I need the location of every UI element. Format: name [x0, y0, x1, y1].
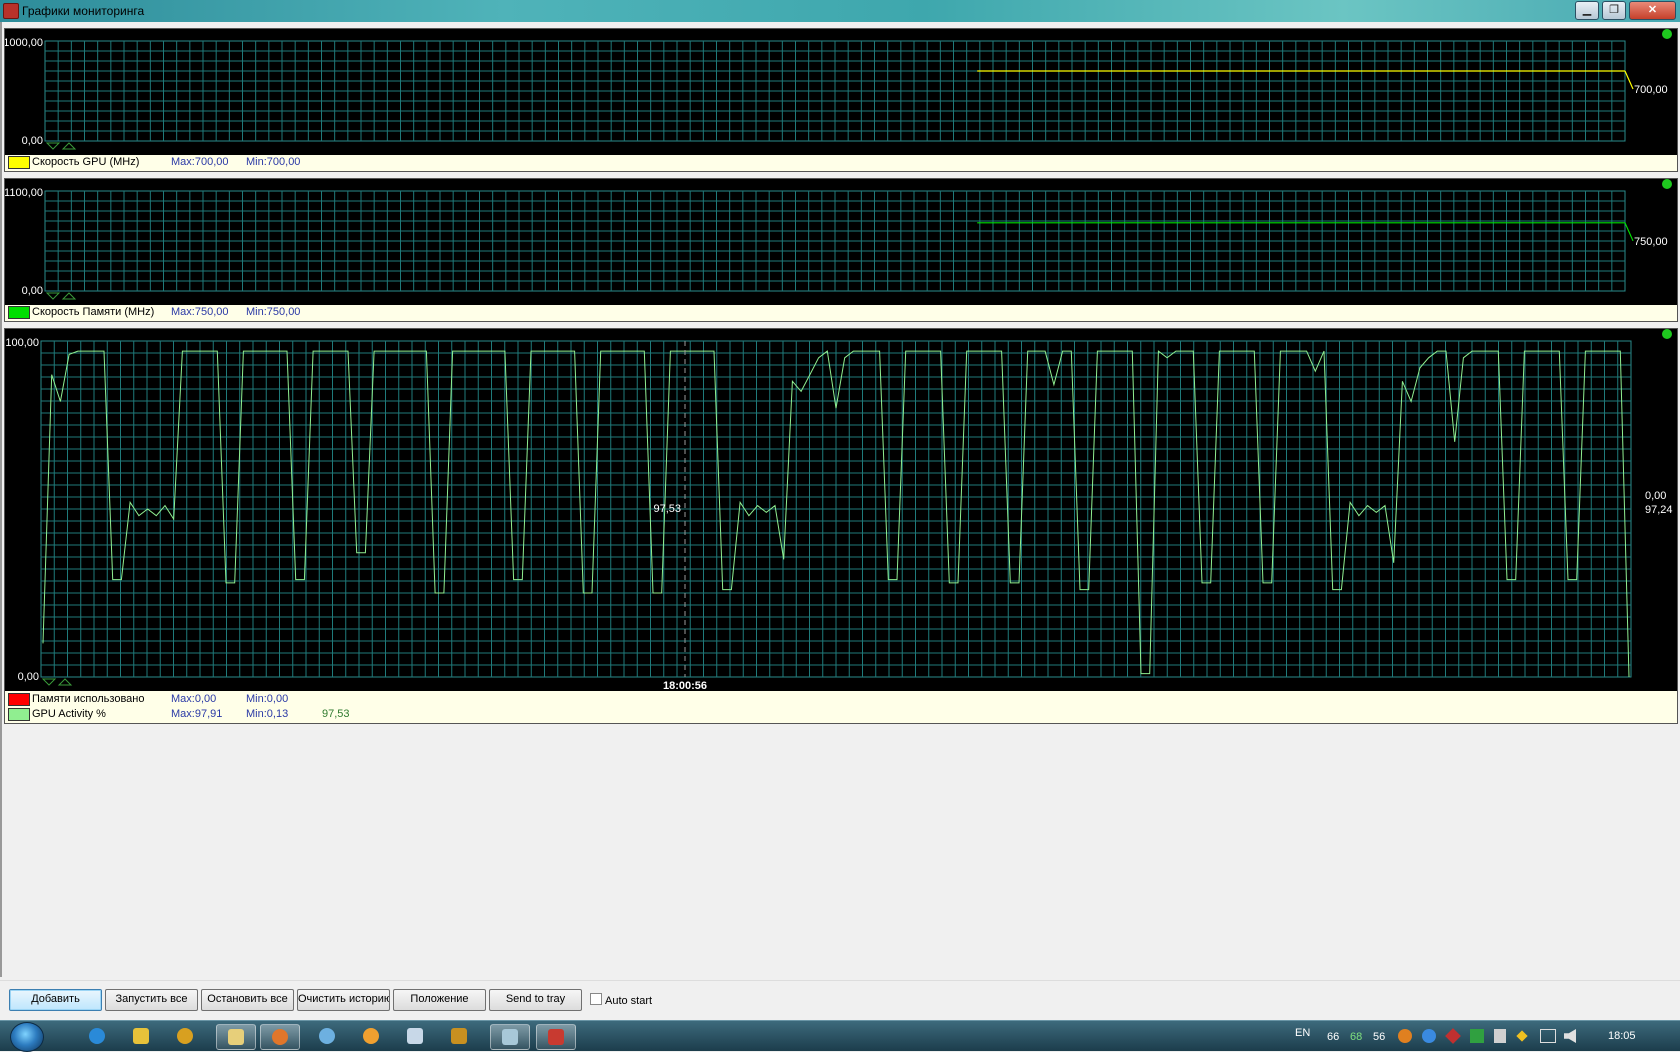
legend-row[interactable]: Скорость GPU (MHz) Max:700,00 Min:700,00 [5, 155, 1677, 170]
y-axis-max-label: 1100,00 [5, 187, 43, 199]
y-axis-max-label: 1000,00 [5, 37, 43, 49]
graph-panel-mem-speed: 1100,00 0,00 750,00 Скорость Памяти (MHz) … [4, 178, 1678, 322]
taskbar-clock[interactable]: 18:05 [1608, 1030, 1636, 1042]
start-all-button[interactable]: Запустить все [105, 989, 198, 1011]
temperature-1: 66 [1327, 1031, 1340, 1043]
checkbox-icon[interactable] [590, 993, 602, 1005]
color-swatch[interactable] [8, 708, 30, 721]
window-title: Графики мониторинга [22, 4, 145, 18]
legend-max: Max:750,00 [171, 306, 229, 318]
color-swatch[interactable] [8, 156, 30, 169]
app-icon [3, 3, 19, 19]
taskbar-explorer-icon[interactable] [216, 1024, 256, 1050]
legend-series-name: GPU Activity % [32, 708, 106, 720]
taskbar-firefox-icon[interactable] [260, 1024, 300, 1050]
minimize-button[interactable]: ▁ [1575, 1, 1599, 20]
maximize-button[interactable]: ❐ [1602, 1, 1626, 20]
language-indicator[interactable]: EN [1295, 1027, 1310, 1039]
clear-history-button[interactable]: Очистить историю [297, 989, 390, 1011]
temperature-3: 56 [1373, 1031, 1386, 1043]
taskbar-ie-icon[interactable] [78, 1024, 116, 1048]
status-indicator-icon [1662, 329, 1672, 339]
graph-panel-gpu-speed: 1000,00 0,00 700,00 Скорость GPU (MHz) Max… [4, 28, 1678, 172]
legend-series-name: Скорость GPU (MHz) [32, 156, 140, 168]
add-button[interactable]: Добавить [9, 989, 102, 1011]
legend-series-name: Скорость Памяти (MHz) [32, 306, 155, 318]
y-axis-min-label: 0,00 [18, 671, 39, 683]
grid-lines [45, 191, 1625, 291]
grid-lines [45, 41, 1625, 141]
memory-used-current-label: 0,00 [1645, 490, 1666, 502]
gpu-speed-graph: 1000,00 0,00 700,00 [5, 29, 1672, 150]
legend-gpu-activity: Памяти использовано Max:0,00 Min:0,00 GP… [5, 691, 1677, 723]
legend-max: Max:97,91 [171, 708, 223, 720]
legend-min: Min:750,00 [246, 306, 301, 318]
scroll-up-icon [57, 678, 73, 686]
start-button-icon[interactable] [10, 1022, 44, 1052]
taskbar-monitoring-icon[interactable] [536, 1024, 576, 1050]
legend-mem-speed: Скорость Памяти (MHz) Max:750,00 Min:750… [5, 305, 1677, 321]
tray-app-icon[interactable] [1470, 1029, 1484, 1043]
tray-app-icon[interactable] [1516, 1030, 1528, 1042]
mem-speed-graph: 1100,00 0,00 750,00 [5, 179, 1672, 300]
window-titlebar: Графики мониторинга ▁ ❐ ✕ [0, 0, 1680, 22]
scroll-up-icon [61, 142, 77, 150]
close-button[interactable]: ✕ [1629, 1, 1676, 20]
scroll-down-icon [41, 678, 57, 686]
legend-current: 97,53 [322, 708, 350, 720]
graph-panel-gpu-activity: 100,00 0,00 97,53 18:00:56 0,00 97,24 Памяти … [4, 328, 1678, 724]
legend-gpu-speed: Скорость GPU (MHz) Max:700,00 Min:700,00 [5, 155, 1677, 171]
taskbar-app-icon[interactable] [352, 1024, 390, 1048]
y-axis-min-label: 0,00 [22, 285, 43, 297]
windows-taskbar: EN 66 68 56 18:05 [0, 1020, 1680, 1052]
legend-row[interactable]: Скорость Памяти (MHz) Max:750,00 Min:750… [5, 305, 1677, 320]
legend-max: Max:700,00 [171, 156, 229, 168]
auto-start-checkbox[interactable]: Auto start [590, 993, 652, 1007]
scroll-up-icon [61, 292, 77, 300]
legend-min: Min:0,00 [246, 693, 289, 705]
legend-min: Min:0,13 [246, 708, 289, 720]
cursor-time-label: 18:00:56 [663, 680, 707, 691]
scroll-down-icon [45, 142, 61, 150]
y-axis-min-label: 0,00 [22, 135, 43, 147]
status-indicator-icon [1662, 29, 1672, 39]
legend-series-name: Памяти использовано [32, 693, 145, 705]
current-value-label: 750,00 [1634, 236, 1668, 248]
scroll-down-icon [45, 292, 61, 300]
color-swatch[interactable] [8, 693, 30, 706]
color-swatch[interactable] [8, 306, 30, 319]
tray-app-icon[interactable] [1422, 1029, 1436, 1043]
series-line-tail [1624, 222, 1634, 242]
taskbar-app-icon[interactable] [440, 1024, 478, 1048]
stop-all-button[interactable]: Остановить все [201, 989, 294, 1011]
legend-row[interactable]: GPU Activity % Max:97,91 Min:0,13 97,53 [5, 707, 1677, 722]
gpu-activity-graph: 100,00 0,00 97,53 18:00:56 0,00 97,24 [5, 329, 1673, 691]
status-indicator-icon [1662, 179, 1672, 189]
position-button[interactable]: Положение [393, 989, 486, 1011]
taskbar-calculator-icon[interactable] [396, 1024, 434, 1048]
grid-lines [41, 341, 1631, 677]
series-line-tail [1624, 70, 1634, 90]
tray-app-icon[interactable] [1398, 1029, 1412, 1043]
temperature-2: 68 [1350, 1031, 1363, 1043]
bottom-toolbar: Добавить Запустить все Остановить все Оч… [0, 980, 1680, 1011]
taskbar-app-icon[interactable] [308, 1024, 346, 1048]
network-icon[interactable] [1540, 1029, 1556, 1043]
legend-row[interactable]: Памяти использовано Max:0,00 Min:0,00 [5, 692, 1677, 707]
volume-icon[interactable] [1564, 1029, 1576, 1043]
tray-app-icon[interactable] [1445, 1028, 1461, 1044]
legend-min: Min:700,00 [246, 156, 301, 168]
cursor-value-label: 97,53 [653, 503, 681, 515]
y-axis-max-label: 100,00 [5, 337, 39, 349]
taskbar-app-icon[interactable] [166, 1024, 204, 1048]
taskbar-app-icon[interactable] [490, 1024, 530, 1050]
speaker-warning-icon[interactable] [1494, 1029, 1506, 1043]
auto-start-label: Auto start [605, 995, 653, 1007]
current-value-label: 700,00 [1634, 84, 1668, 96]
taskbar-app-icon[interactable] [122, 1024, 160, 1048]
gpu-activity-current-label: 97,24 [1645, 504, 1673, 516]
send-to-tray-button[interactable]: Send to tray [489, 989, 582, 1011]
legend-max: Max:0,00 [171, 693, 217, 705]
